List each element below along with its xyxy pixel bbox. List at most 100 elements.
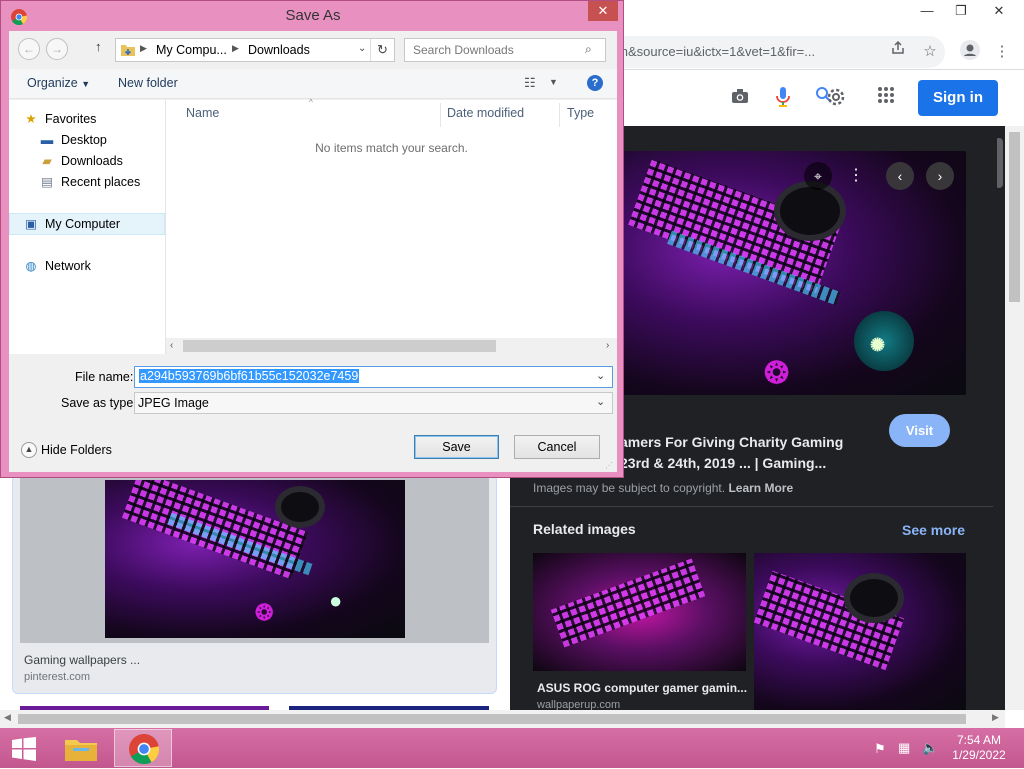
- column-divider[interactable]: [559, 103, 560, 127]
- new-folder-button[interactable]: New folder: [118, 76, 178, 90]
- column-name[interactable]: Name: [186, 106, 219, 120]
- recent-places-icon: ▤: [41, 175, 53, 189]
- address-text[interactable]: n=isch&source=iu&ictx=1&vet=1&fir=...: [590, 38, 886, 66]
- network-icon: ◍: [25, 259, 37, 273]
- breadcrumb-dropdown-icon[interactable]: ⌄: [358, 43, 366, 54]
- back-arrow-icon[interactable]: ←: [18, 38, 40, 60]
- search-icon[interactable]: ⌕: [585, 42, 592, 57]
- save-type-label: Save as type:: [61, 396, 137, 410]
- share-icon[interactable]: [886, 40, 910, 64]
- navigation-pane: ★ Favorites ▬ Desktop ▰ Downloads ▤ Recent p…: [9, 100, 165, 354]
- divider: [510, 506, 993, 507]
- nav-network[interactable]: ◍ Network: [23, 256, 91, 276]
- address-breadcrumb[interactable]: ▶ My Compu... ▶ Downloads ⌄ ↻: [115, 38, 395, 62]
- page-hscrollbar[interactable]: ◀ ▶: [0, 710, 1005, 728]
- apps-grid-icon[interactable]: [874, 86, 898, 110]
- star-icon[interactable]: ☆: [918, 40, 942, 64]
- nav-downloads[interactable]: ▰ Downloads: [39, 151, 123, 171]
- scroll-left-icon[interactable]: ◀: [4, 712, 11, 723]
- volume-muted-icon[interactable]: 🔈: [922, 740, 938, 756]
- page-scrollbar[interactable]: [1005, 126, 1024, 710]
- more-options-icon[interactable]: ⋮: [846, 162, 866, 190]
- file-list-hscrollbar-thumb[interactable]: [183, 340, 496, 352]
- save-button[interactable]: Save: [414, 435, 499, 459]
- chrome-taskbar-button[interactable]: [114, 729, 172, 767]
- related-image-2[interactable]: [754, 553, 966, 710]
- related-image-1[interactable]: [533, 553, 746, 671]
- view-dropdown-icon[interactable]: ▼: [549, 77, 558, 87]
- breadcrumb-chevron-icon[interactable]: ▶: [140, 43, 147, 54]
- help-icon[interactable]: ?: [587, 75, 603, 91]
- save-type-dropdown-icon[interactable]: ⌄: [596, 395, 605, 408]
- refresh-icon[interactable]: ↻: [377, 42, 388, 58]
- computer-icon: ▣: [25, 217, 37, 231]
- breadcrumb-downloads[interactable]: Downloads: [248, 43, 310, 57]
- scroll-left-icon[interactable]: ‹: [170, 340, 173, 351]
- gear-icon[interactable]: [824, 86, 848, 110]
- close-browser-button[interactable]: ✕: [978, 0, 1020, 22]
- page-scrollbar-thumb[interactable]: [1009, 132, 1020, 302]
- file-list[interactable]: ^ Name Date modified Type No items match…: [166, 98, 617, 354]
- nav-my-computer[interactable]: ▣ My Computer: [23, 214, 120, 234]
- dialog-close-button[interactable]: ✕: [588, 1, 618, 21]
- scroll-right-icon[interactable]: ›: [606, 340, 609, 351]
- file-name-input[interactable]: a294b593769b6bf61b55c152032e7459 ⌄: [134, 366, 613, 388]
- kebab-menu-icon[interactable]: ⋮: [990, 40, 1014, 64]
- resize-grip-icon[interactable]: ⋰: [605, 461, 613, 470]
- visit-button[interactable]: Visit: [889, 414, 950, 447]
- file-name-dropdown-icon[interactable]: ⌄: [596, 369, 605, 382]
- related-title-1[interactable]: ASUS ROG computer gamer gamin...: [537, 681, 747, 695]
- action-center-flag-icon[interactable]: ⚑: [874, 741, 886, 757]
- column-date-modified[interactable]: Date modified: [447, 106, 524, 120]
- organize-label: Organize: [27, 76, 78, 90]
- microphone-icon[interactable]: [771, 86, 795, 110]
- column-divider[interactable]: [440, 103, 441, 127]
- related-heading: Related images: [533, 521, 636, 537]
- search-input[interactable]: Search Downloads ⌕: [404, 38, 606, 62]
- collapse-arrow-icon[interactable]: ▲: [21, 442, 37, 458]
- nav-desktop[interactable]: ▬ Desktop: [39, 130, 107, 150]
- result-title[interactable]: Gaming wallpapers ...: [24, 653, 140, 667]
- camera-icon[interactable]: [728, 88, 752, 112]
- restore-button[interactable]: ❐: [944, 0, 978, 22]
- clock[interactable]: 7:54 AM 1/29/2022: [944, 733, 1014, 763]
- organize-button[interactable]: Organize ▼: [27, 76, 90, 90]
- start-button[interactable]: [10, 737, 38, 761]
- folder-icon: [120, 42, 136, 61]
- view-options-icon[interactable]: ☷: [524, 75, 536, 91]
- page-hscrollbar-thumb[interactable]: [18, 714, 966, 724]
- sign-in-button[interactable]: Sign in: [918, 80, 998, 116]
- breadcrumb-my-computer[interactable]: My Compu...: [156, 43, 227, 57]
- save-type-select[interactable]: JPEG Image ⌄: [134, 392, 613, 414]
- hide-folders-button[interactable]: Hide Folders: [41, 443, 112, 457]
- preview-title[interactable]: amers For Giving Charity Gaming 23rd & 2…: [620, 432, 865, 474]
- see-more-link[interactable]: See more: [902, 522, 965, 538]
- up-arrow-icon[interactable]: ↑: [95, 39, 102, 54]
- search-placeholder: Search Downloads: [413, 43, 514, 57]
- nav-recent-label: Recent places: [61, 175, 141, 189]
- nav-recent-places[interactable]: ▤ Recent places: [39, 172, 140, 192]
- file-explorer-taskbar-button[interactable]: [60, 732, 102, 766]
- forward-arrow-icon[interactable]: →: [46, 38, 68, 60]
- minimize-button[interactable]: —: [910, 0, 944, 22]
- previous-image-icon[interactable]: ‹: [886, 162, 914, 190]
- nav-favorites-label: Favorites: [45, 112, 97, 126]
- organize-dropdown-icon: ▼: [81, 79, 91, 89]
- network-status-icon[interactable]: ▦: [898, 740, 910, 756]
- lens-icon[interactable]: ⌖: [804, 162, 832, 190]
- file-list-hscrollbar[interactable]: ‹ ›: [166, 338, 617, 354]
- breadcrumb-chevron-icon[interactable]: ▶: [232, 43, 239, 54]
- learn-more-link[interactable]: Learn More: [728, 481, 793, 495]
- column-type[interactable]: Type: [567, 106, 594, 120]
- downloads-folder-icon: ▰: [42, 154, 52, 168]
- cancel-button[interactable]: Cancel: [514, 435, 600, 459]
- scroll-right-icon[interactable]: ▶: [992, 712, 999, 723]
- dialog-body: ← → ↑ ▶ My Compu... ▶ Downloads ⌄ ↻ Sear…: [9, 31, 617, 472]
- clock-date: 1/29/2022: [952, 748, 1006, 762]
- profile-icon[interactable]: [958, 40, 982, 64]
- result-thumbnail[interactable]: ❂ ●: [105, 480, 405, 638]
- preview-image[interactable]: ❂ ✺: [624, 151, 966, 395]
- copyright-notice: Images may be subject to copyright. Lear…: [533, 481, 793, 495]
- next-image-icon[interactable]: ›: [926, 162, 954, 190]
- nav-favorites[interactable]: ★ Favorites: [23, 109, 96, 129]
